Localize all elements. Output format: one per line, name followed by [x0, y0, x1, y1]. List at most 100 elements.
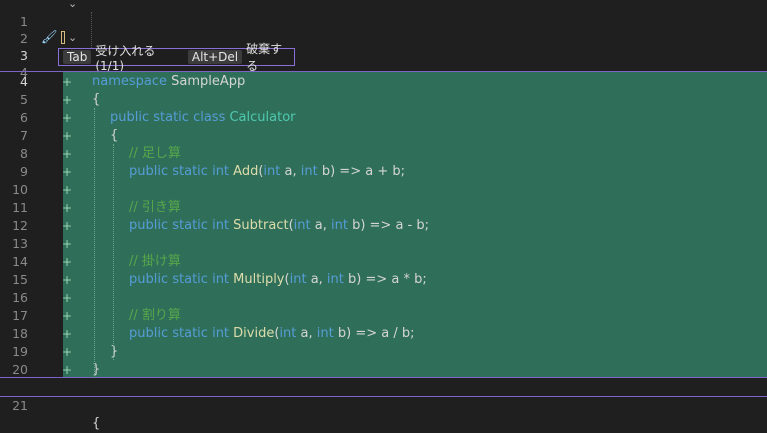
code-token: public [129, 218, 173, 233]
code-token: static [172, 218, 213, 233]
code-token: int [212, 326, 234, 341]
indent-guide [91, 12, 93, 48]
discard-button[interactable]: 破棄する [246, 40, 290, 74]
code-comment: // 引き算 [129, 200, 181, 215]
added-line-marker: + [62, 255, 73, 269]
code-token: int [326, 272, 349, 287]
code-token: { [110, 128, 119, 143]
code-text: namespace SampleApp [92, 73, 245, 91]
code-token: Add [233, 164, 259, 179]
diff-line: 10 + [0, 181, 767, 199]
added-line-marker: + [62, 273, 73, 287]
code-token: int [212, 218, 234, 233]
line-number: 4 [20, 74, 28, 89]
added-line-marker: + [62, 291, 73, 305]
line-number: 18 [12, 326, 28, 341]
line-number: 15 [12, 272, 28, 287]
added-line-marker: + [62, 111, 73, 125]
code-token: { [92, 92, 101, 107]
code-token: SampleApp [171, 74, 246, 89]
code-token: Divide [233, 326, 275, 341]
added-line-marker: + [62, 147, 73, 161]
code-token: class [193, 110, 230, 125]
code-token: int [279, 326, 301, 341]
code-line: 2 { [0, 12, 767, 64]
code-text: public static int Add(int a, int b) => a… [129, 163, 405, 181]
chevron-down-icon[interactable]: ⌄ [68, 29, 77, 47]
line-number: 8 [20, 146, 28, 161]
code-token: int [263, 164, 285, 179]
code-token: public [129, 326, 173, 341]
code-token: int [212, 272, 234, 287]
code-token: b) => a / b; [337, 326, 415, 341]
line-number: 19 [12, 344, 28, 359]
added-line-marker: + [62, 75, 73, 89]
code-text: public static int Subtract(int a, int b)… [129, 217, 429, 235]
line-number: 10 [12, 182, 28, 197]
line-number: 13 [12, 236, 28, 251]
code-text: // 掛け算 [129, 253, 181, 271]
code-text: // 割り算 [129, 307, 181, 325]
line-number: 20 [12, 362, 28, 377]
code-token: int [330, 218, 353, 233]
code-token: { [92, 416, 101, 431]
added-line-marker: + [62, 309, 73, 323]
diff-line: 12 + public static int Subtract(int a, int… [0, 217, 767, 235]
line-number: 14 [12, 254, 28, 269]
added-line-marker: + [62, 183, 73, 197]
line-number: 12 [12, 218, 28, 233]
line-number: 21 [12, 398, 28, 413]
diff-line: 20 +} [0, 361, 767, 379]
code-token: int [293, 218, 315, 233]
indent-guide [94, 108, 96, 378]
code-token: public [129, 164, 173, 179]
accept-button[interactable]: 受け入れる (1/1) [95, 42, 180, 73]
suggestion-bar: Tab 受け入れる (1/1) Alt+Del 破棄する [58, 42, 295, 73]
added-line-marker: + [62, 129, 73, 143]
indent-guide [113, 144, 115, 360]
code-text: { [92, 91, 100, 109]
diff-line: 15 + public static int Multiply(int a, int… [0, 271, 767, 289]
diff-line: 11 + // 引き算 [0, 199, 767, 217]
added-line-marker: + [62, 345, 73, 359]
line-number: 17 [12, 308, 28, 323]
discard-key-badge[interactable]: Alt+Del [187, 50, 243, 64]
code-token: public [110, 110, 154, 125]
editor-window: { "top": { "lines": [ {"num": "1", "toke… [0, 0, 767, 431]
diff-line: 19 +} [0, 343, 767, 361]
added-line-marker: + [62, 237, 73, 251]
code-token: a, [310, 272, 327, 287]
diff-line: 14 + // 掛け算 [0, 253, 767, 271]
code-token: Multiply [233, 272, 285, 287]
code-token: static [172, 164, 213, 179]
code-token: b) => a - b; [352, 218, 430, 233]
diff-line: 17 + // 割り算 [0, 307, 767, 325]
code-token: namespace [92, 74, 172, 89]
line-number: 5 [20, 92, 28, 107]
line-number: 7 [20, 128, 28, 143]
diff-line: 4 + namespace SampleApp [0, 73, 767, 91]
code-token: public [129, 272, 173, 287]
diff-line: 5 + { [0, 91, 767, 109]
code-line: 21 { [0, 379, 767, 431]
code-token: a, [314, 218, 331, 233]
paintbrush-icon[interactable]: 🖌 [41, 29, 58, 47]
code-token: int [289, 272, 311, 287]
code-token: Subtract [233, 218, 289, 233]
diff-line: 7 + { [0, 127, 767, 145]
diff-line: 9 + public static int Add(int a, int b) =>… [0, 163, 767, 181]
tab-key-badge[interactable]: Tab [63, 50, 92, 64]
cursor-marker [61, 31, 65, 44]
panel-divider [0, 396, 767, 397]
added-line-marker: + [62, 165, 73, 179]
line-number: 16 [12, 290, 28, 305]
code-token: a, [300, 326, 317, 341]
code-text: public static int Divide(int a, int b) =… [129, 325, 414, 343]
code-token: int [316, 326, 338, 341]
added-line-marker: + [62, 93, 73, 107]
code-token: static [172, 272, 213, 287]
diff-line: 6 + public static class Calculator [0, 109, 767, 127]
added-line-marker: + [62, 363, 73, 377]
code-token: b) => a + b; [321, 164, 405, 179]
line-number: 9 [20, 164, 28, 179]
